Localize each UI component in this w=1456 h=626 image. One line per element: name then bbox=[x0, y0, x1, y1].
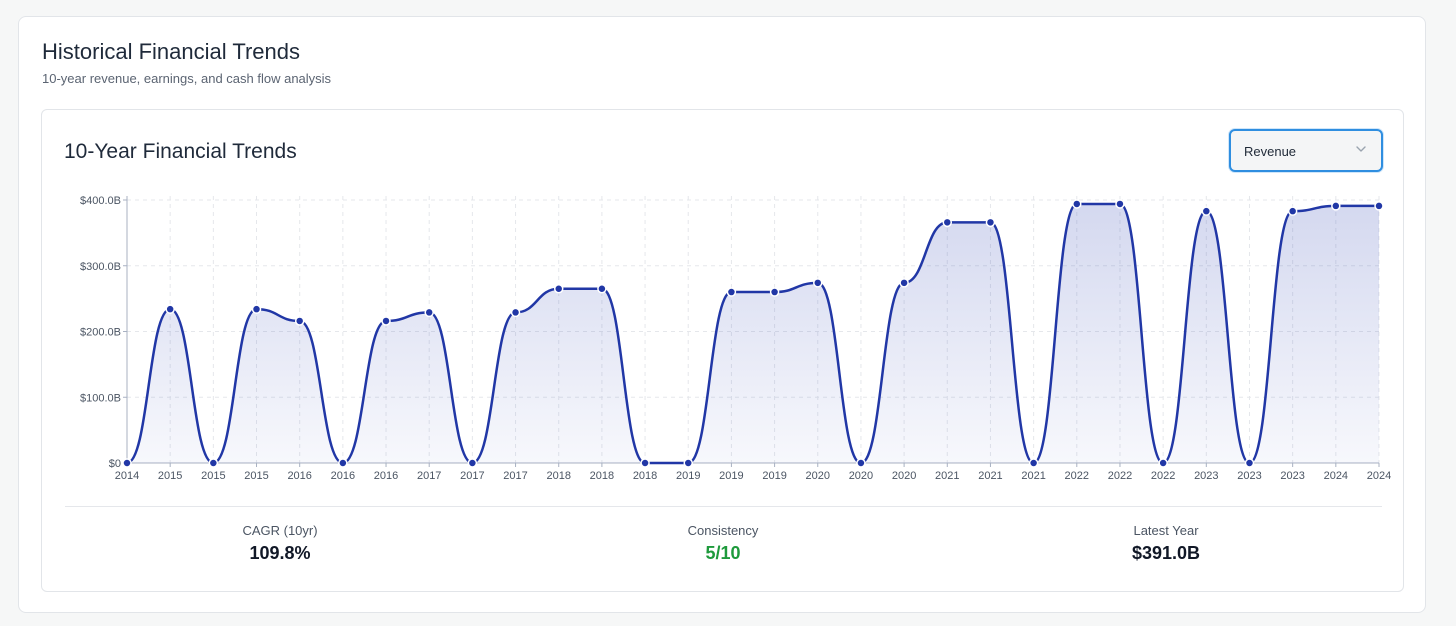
data-point[interactable] bbox=[381, 316, 391, 326]
data-point[interactable] bbox=[208, 458, 219, 468]
y-tick-label: $0 bbox=[109, 458, 121, 470]
x-tick-label: 2023 bbox=[1237, 470, 1261, 482]
x-tick-label: 2019 bbox=[762, 470, 786, 482]
data-point[interactable] bbox=[122, 458, 132, 468]
data-point[interactable] bbox=[942, 217, 953, 228]
data-point[interactable] bbox=[165, 304, 175, 314]
data-point[interactable] bbox=[899, 278, 909, 288]
chart-area bbox=[126, 202, 1379, 465]
x-tick-label: 2016 bbox=[287, 470, 311, 482]
data-point[interactable] bbox=[813, 278, 823, 288]
x-tick-label: 2020 bbox=[892, 470, 916, 482]
x-tick-label: 2021 bbox=[935, 470, 959, 482]
financial-trends-panel: Historical Financial Trends 10-year reve… bbox=[18, 16, 1426, 613]
data-point[interactable] bbox=[597, 284, 607, 294]
x-tick-label: 2016 bbox=[374, 470, 398, 482]
data-point[interactable] bbox=[251, 304, 262, 314]
stat-consistency-label: Consistency bbox=[687, 523, 759, 538]
data-point[interactable] bbox=[1244, 458, 1255, 468]
data-point[interactable] bbox=[424, 307, 434, 318]
y-tick-label: $400.0B bbox=[80, 195, 121, 207]
x-tick-label: 2021 bbox=[978, 470, 1002, 482]
stat-latest-year: Latest Year $391.0B bbox=[1036, 523, 1296, 564]
x-tick-label: 2019 bbox=[719, 470, 743, 482]
x-tick-label: 2016 bbox=[331, 470, 355, 482]
x-tick-label: 2020 bbox=[849, 470, 873, 482]
x-tick-label: 2022 bbox=[1151, 470, 1175, 482]
data-point[interactable] bbox=[769, 287, 780, 297]
stats-divider bbox=[65, 506, 1382, 507]
data-point[interactable] bbox=[1028, 458, 1039, 468]
revenue-area-chart: $0 $100.0B $200.0B $300.0B $400.0B 2014 2015 20… bbox=[80, 195, 1391, 482]
x-tick-label: 2018 bbox=[590, 470, 614, 482]
data-point[interactable] bbox=[1331, 201, 1341, 211]
x-tick-label: 2024 bbox=[1324, 470, 1348, 482]
trend-chart-card: 10-Year Financial Trends Revenue $0 $100.… bbox=[41, 109, 1404, 592]
data-point[interactable] bbox=[856, 458, 866, 468]
data-point[interactable] bbox=[726, 287, 737, 297]
x-tick-label: 2022 bbox=[1108, 470, 1132, 482]
data-point[interactable] bbox=[1115, 199, 1125, 209]
x-tick-label: 2015 bbox=[158, 470, 182, 482]
stat-cagr-label: CAGR (10yr) bbox=[242, 523, 318, 538]
stat-cagr-value: 109.8% bbox=[249, 543, 311, 563]
series-area-fill bbox=[127, 203, 1379, 463]
data-point[interactable] bbox=[1374, 201, 1384, 211]
x-tick-label: 2014 bbox=[115, 470, 139, 482]
data-point[interactable] bbox=[1072, 199, 1082, 209]
x-tick-label: 2017 bbox=[503, 470, 527, 482]
stat-latest-label: Latest Year bbox=[1133, 523, 1199, 538]
y-tick-label: $100.0B bbox=[80, 392, 121, 404]
stat-latest-value: $391.0B bbox=[1131, 543, 1201, 563]
x-tick-label: 2021 bbox=[1021, 470, 1045, 482]
data-point[interactable] bbox=[1287, 206, 1298, 216]
x-tick-label: 2020 bbox=[806, 470, 830, 482]
x-tick-label: 2023 bbox=[1194, 470, 1218, 482]
x-tick-label: 2017 bbox=[460, 470, 484, 482]
data-point[interactable] bbox=[985, 217, 996, 228]
data-point[interactable] bbox=[640, 458, 650, 468]
data-point[interactable] bbox=[338, 458, 348, 468]
section-title: Historical Financial Trends bbox=[42, 39, 300, 64]
data-point[interactable] bbox=[294, 316, 305, 326]
x-tick-label: 2019 bbox=[676, 470, 700, 482]
x-tick-label: 2015 bbox=[244, 470, 268, 482]
stat-consistency-value: 5/10 bbox=[705, 543, 741, 563]
x-tick-label: 2015 bbox=[201, 470, 225, 482]
data-point[interactable] bbox=[1201, 206, 1212, 216]
x-tick-label: 2022 bbox=[1065, 470, 1089, 482]
stat-cagr: CAGR (10yr) 109.8% bbox=[150, 523, 410, 564]
data-point[interactable] bbox=[683, 458, 693, 468]
x-tick-label: 2017 bbox=[417, 470, 441, 482]
data-point[interactable] bbox=[467, 458, 478, 468]
x-tick-label: 2024 bbox=[1367, 470, 1391, 482]
data-point[interactable] bbox=[1158, 458, 1168, 468]
x-tick-label: 2018 bbox=[633, 470, 657, 482]
x-tick-label: 2023 bbox=[1280, 470, 1304, 482]
section-subtitle: 10-year revenue, earnings, and cash flow… bbox=[42, 71, 332, 86]
stat-consistency: Consistency 5/10 bbox=[593, 523, 853, 564]
data-point[interactable] bbox=[553, 284, 564, 294]
x-tick-label: 2018 bbox=[546, 470, 570, 482]
y-tick-label: $200.0B bbox=[80, 327, 121, 339]
data-point[interactable] bbox=[510, 307, 521, 318]
y-tick-label: $300.0B bbox=[80, 261, 121, 273]
